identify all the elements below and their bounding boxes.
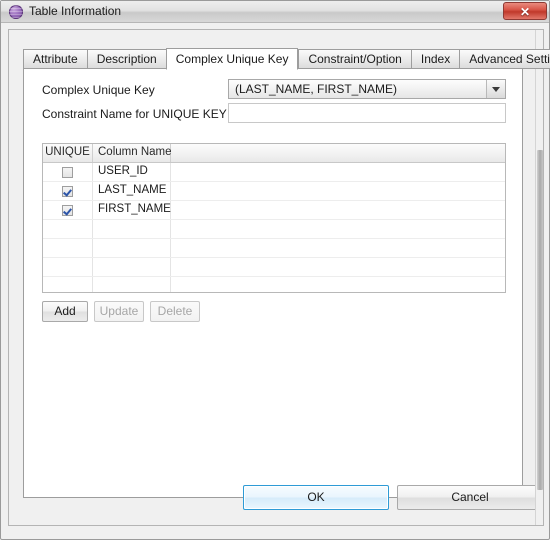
dialog-button-bar: OK Cancel	[9, 469, 543, 525]
unique-checkbox-cell	[43, 239, 93, 257]
column-name-cell	[93, 220, 171, 238]
unique-checkbox-cell	[43, 220, 93, 238]
table-row-empty[interactable]	[43, 220, 505, 239]
column-name-cell: USER_ID	[93, 163, 171, 181]
row-filler-cell	[171, 277, 505, 292]
tab-page-complex-unique-key: Complex Unique Key (LAST_NAME, FIRST_NAM…	[23, 68, 523, 498]
window-title: Table Information	[29, 4, 122, 18]
table-row-empty[interactable]	[43, 239, 505, 258]
unique-checkbox-cell[interactable]	[43, 201, 93, 219]
vertical-scrollbar[interactable]	[535, 30, 543, 525]
chevron-down-icon[interactable]	[486, 80, 505, 98]
row-filler-cell	[171, 258, 505, 276]
unique-checkbox-cell	[43, 277, 93, 292]
constraint-name-label: Constraint Name for UNIQUE KEY	[42, 107, 227, 121]
tab-advanced-settings[interactable]: Advanced Settings	[459, 49, 550, 69]
table-row-empty[interactable]	[43, 258, 505, 277]
row-action-buttons: Add Update Delete	[42, 301, 200, 322]
complex-unique-key-value: (LAST_NAME, FIRST_NAME)	[235, 82, 398, 96]
unique-columns-table[interactable]: UNIQUE Column Name USER_ID LAST_NAME FIR…	[42, 143, 506, 293]
tab-bar: Attribute Description Complex Unique Key…	[23, 47, 550, 70]
dialog-content-frame: Attribute Description Complex Unique Key…	[8, 29, 550, 526]
column-name-cell	[93, 277, 171, 292]
unique-checkbox-cell	[43, 258, 93, 276]
unique-checkbox[interactable]	[62, 166, 73, 178]
tab-constraint-option[interactable]: Constraint/Option	[298, 49, 411, 69]
row-filler-cell	[171, 163, 505, 181]
delete-button[interactable]: Delete	[150, 301, 200, 322]
row-filler-cell	[171, 201, 505, 219]
row-filler-cell	[171, 239, 505, 257]
ok-button[interactable]: OK	[243, 485, 389, 510]
complex-unique-key-dropdown[interactable]: (LAST_NAME, FIRST_NAME)	[228, 79, 506, 99]
table-row[interactable]: USER_ID	[43, 163, 505, 182]
table-header-row: UNIQUE Column Name	[43, 144, 505, 163]
vertical-scrollbar-thumb[interactable]	[537, 150, 543, 490]
column-name-cell	[93, 239, 171, 257]
cancel-button[interactable]: Cancel	[397, 485, 543, 510]
tab-complex-unique-key[interactable]: Complex Unique Key	[165, 48, 299, 70]
constraint-name-input[interactable]	[228, 103, 506, 123]
row-filler-cell	[171, 220, 505, 238]
update-button[interactable]: Update	[94, 301, 144, 322]
title-bar: Table Information ✕	[1, 1, 549, 23]
tab-attribute[interactable]: Attribute	[23, 49, 87, 69]
table-row[interactable]: LAST_NAME	[43, 182, 505, 201]
close-icon[interactable]: ✕	[503, 2, 547, 20]
column-name-cell: LAST_NAME	[93, 182, 171, 200]
unique-checkbox[interactable]	[62, 185, 73, 197]
unique-checkbox-cell[interactable]	[43, 163, 93, 181]
purple-sphere-icon	[9, 5, 23, 19]
add-button[interactable]: Add	[42, 301, 88, 322]
column-header-column-name[interactable]: Column Name	[93, 144, 172, 162]
complex-unique-key-label: Complex Unique Key	[42, 83, 155, 97]
table-row[interactable]: FIRST_NAME	[43, 201, 505, 220]
tab-index[interactable]: Index	[410, 49, 460, 69]
column-name-cell: FIRST_NAME	[93, 201, 171, 219]
unique-checkbox-cell[interactable]	[43, 182, 93, 200]
table-row-empty[interactable]	[43, 277, 505, 292]
table-information-dialog: Table Information ✕ Attribute Descriptio…	[0, 0, 550, 540]
unique-checkbox[interactable]	[62, 204, 73, 216]
row-filler-cell	[171, 182, 505, 200]
column-header-unique[interactable]: UNIQUE	[43, 144, 93, 162]
column-name-cell	[93, 258, 171, 276]
column-header-filler	[171, 144, 505, 162]
tab-description[interactable]: Description	[86, 49, 166, 69]
